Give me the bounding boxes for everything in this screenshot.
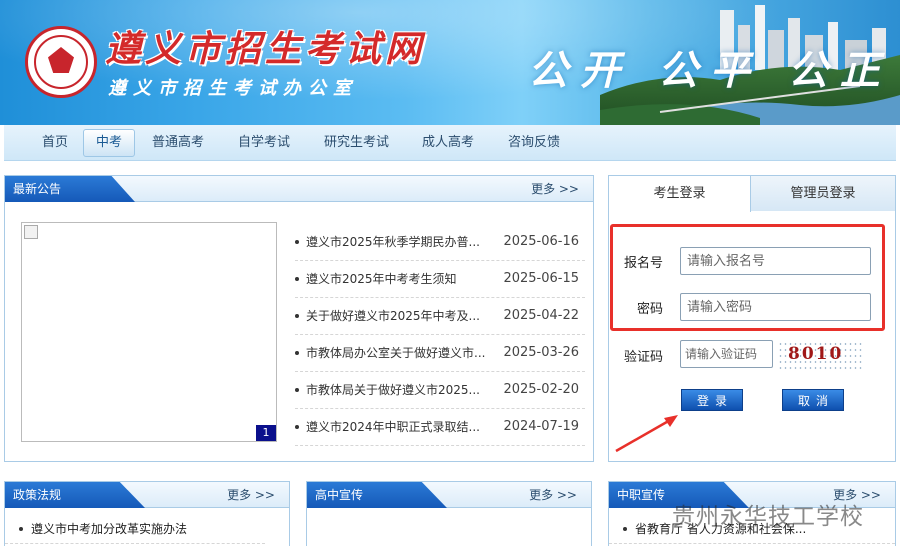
captcha-label: 验证码 [623,350,663,365]
news-title[interactable]: 市教体局办公室关于做好遵义市... [306,335,491,371]
nav-adult[interactable]: 成人高考 [414,132,482,154]
emblem-logo [25,26,97,98]
announcements-more-link[interactable]: 更多 >> [531,176,579,202]
nav-graduate[interactable]: 研究生考试 [316,132,397,154]
list-item[interactable]: 关于做好遵义市2025年中考及... 2025-04-22 [295,298,585,335]
bullet-icon [295,388,299,392]
policy-item-title[interactable]: 遵义市中考加分改革实施办法 [31,522,187,536]
nav-self-study[interactable]: 自学考试 [230,132,298,154]
username-label: 报名号 [623,256,663,271]
list-item[interactable]: 遵义市2025年秋季学期民办普... 2025-06-16 [295,224,585,261]
news-date: 2025-06-15 [503,271,579,286]
announcements-panel: 最新公告 更多 >> 1 遵义市2025年秋季学期民办普... 2025-06-1… [4,175,594,462]
login-tabs: 考生登录 管理员登录 [609,176,895,212]
slogan: 公开 公平 公正 [528,47,892,94]
broken-image-icon [24,225,38,239]
policy-header: 政策法规 更多 >> [5,482,289,508]
policy-more-link[interactable]: 更多 >> [227,482,275,508]
slider-page-button[interactable]: 1 [256,425,276,441]
password-input[interactable] [680,293,871,321]
news-date: 2025-06-16 [503,234,579,249]
main-nav: 首页 中考 普通高考 自学考试 研究生考试 成人高考 咨询反馈 [4,125,896,161]
news-date: 2025-02-20 [503,382,579,397]
policy-list: 遵义市中考加分改革实施办法 [5,514,265,544]
username-input[interactable] [680,247,871,275]
bullet-icon [295,240,299,244]
highschool-more-link[interactable]: 更多 >> [529,482,577,508]
news-date: 2025-03-26 [503,345,579,360]
news-image-slider[interactable]: 1 [21,222,277,442]
bullet-icon [295,351,299,355]
password-label: 密码 [636,302,663,317]
pointer-arrow-icon [615,415,678,453]
announcements-header: 最新公告 更多 >> [5,176,593,202]
captcha-image[interactable]: 8010 [778,341,864,369]
nav-zhongkao[interactable]: 中考 [83,129,136,157]
policy-panel: 政策法规 更多 >> 遵义市中考加分改革实施办法 [4,481,290,546]
site-banner: 遵义市招生考试网 遵义市招生考试办公室 公开 公平 公正 [0,0,900,125]
news-title[interactable]: 市教体局关于做好遵义市2025... [306,372,491,408]
site-title: 遵义市招生考试网 [105,28,426,70]
list-item[interactable]: 遵义市2024年中职正式录取结... 2024-07-19 [295,409,585,446]
tab-admin-login[interactable]: 管理员登录 [751,176,895,211]
tab-student-login[interactable]: 考生登录 [609,176,751,212]
nav-consult[interactable]: 咨询反馈 [500,132,568,154]
highschool-header: 高中宣传 更多 >> [307,482,591,508]
site-subtitle: 遵义市招生考试办公室 [108,78,358,99]
news-date: 2024-07-19 [503,419,579,434]
news-title[interactable]: 遵义市2025年中考考生须知 [306,261,491,297]
list-item[interactable]: 市教体局办公室关于做好遵义市... 2025-03-26 [295,335,585,372]
bullet-icon [623,527,627,531]
highschool-title: 高中宣传 [307,482,447,508]
list-item[interactable]: 市教体局关于做好遵义市2025... 2025-02-20 [295,372,585,409]
nav-home[interactable]: 首页 [34,132,76,154]
list-item[interactable]: 遵义市2025年中考考生须知 2025-06-15 [295,261,585,298]
announcements-title: 最新公告 [5,176,135,202]
news-title[interactable]: 遵义市2024年中职正式录取结... [306,409,491,445]
bullet-icon [295,425,299,429]
cancel-button[interactable]: 取消 [782,389,844,411]
watermark-text: 贵州永华技工学校 [672,504,864,530]
nav-gaokao[interactable]: 普通高考 [144,132,212,154]
bullet-icon [295,314,299,318]
captcha-code: 8010 [788,344,844,364]
highschool-panel: 高中宣传 更多 >> [306,481,592,546]
list-item[interactable]: 遵义市中考加分改革实施办法 [5,514,265,544]
news-date: 2025-04-22 [503,308,579,323]
bullet-icon [295,277,299,281]
captcha-input[interactable] [680,340,773,368]
policy-title: 政策法规 [5,482,145,508]
bullet-icon [19,527,23,531]
news-title[interactable]: 遵义市2025年秋季学期民办普... [306,224,491,260]
announcements-list: 遵义市2025年秋季学期民办普... 2025-06-16 遵义市2025年中考考… [295,224,585,446]
news-title[interactable]: 关于做好遵义市2025年中考及... [306,298,491,334]
login-button[interactable]: 登录 [681,389,743,411]
